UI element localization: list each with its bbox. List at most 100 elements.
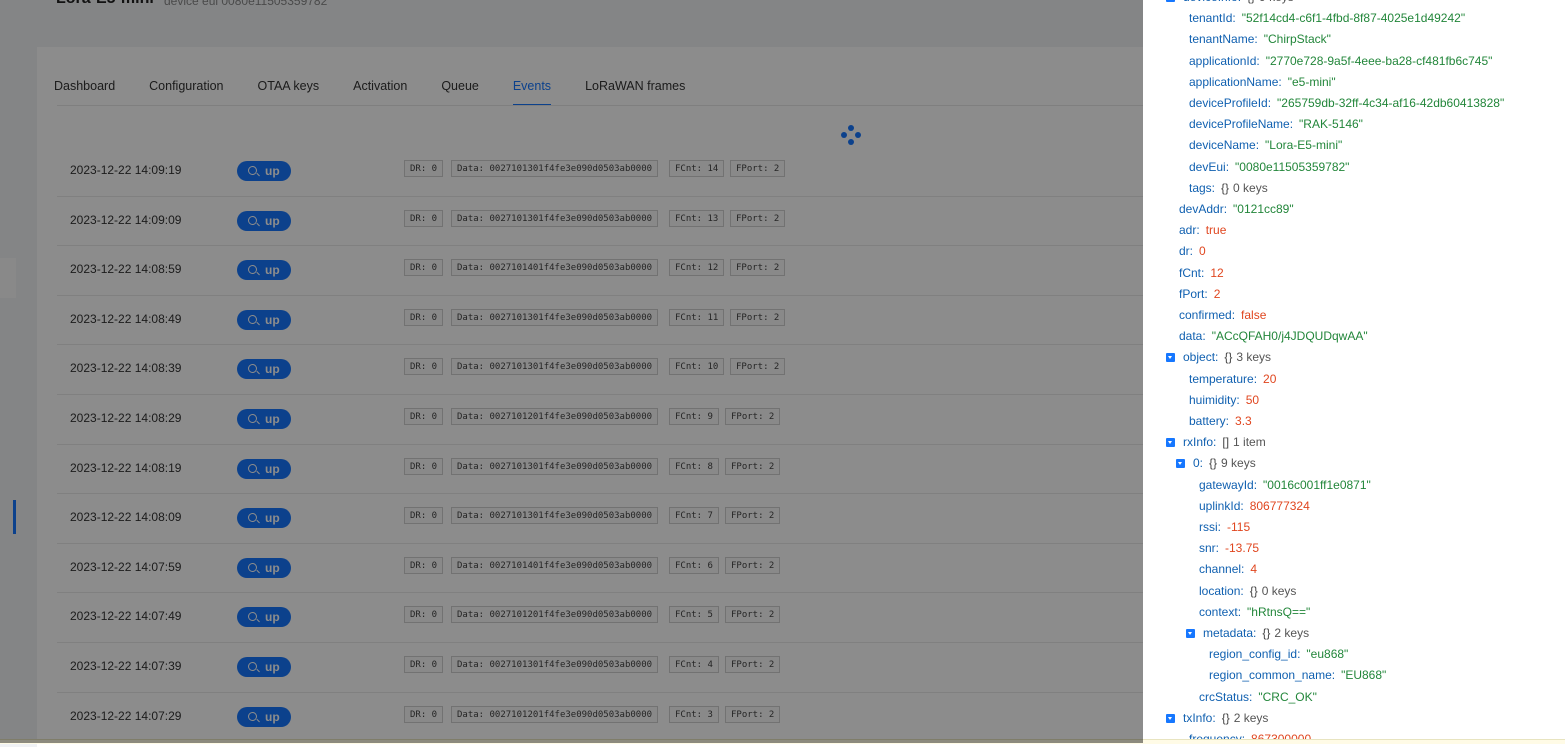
json-count: 1 item	[1233, 435, 1266, 450]
json-line: object: {} 3 keys	[1183, 348, 1271, 366]
json-value: 20	[1263, 371, 1277, 386]
json-bracket: {}	[1247, 0, 1255, 4]
json-line: applicationName: "e5-mini"	[1189, 73, 1336, 91]
json-line: uplinkId: 806777324	[1199, 497, 1310, 515]
json-value: 4	[1250, 562, 1258, 577]
json-bracket: {}	[1221, 180, 1230, 195]
json-key: confirmed:	[1179, 308, 1236, 322]
json-line: context: "hRtnsQ=="	[1199, 603, 1310, 621]
json-line: txInfo: {} 2 keys	[1183, 709, 1268, 727]
json-bracket: {}	[1224, 350, 1233, 365]
json-key: fPort:	[1179, 286, 1208, 301]
json-value: 867300000	[1251, 732, 1312, 739]
json-count: 2 keys	[1233, 710, 1269, 725]
json-value: false	[1241, 308, 1267, 322]
json-key: channel:	[1199, 562, 1245, 577]
json-key: devEui:	[1189, 159, 1230, 174]
json-value: 50	[1245, 392, 1260, 407]
json-line: crcStatus: "CRC_OK"	[1199, 688, 1317, 706]
json-key: dr:	[1179, 244, 1194, 259]
caret-down-icon[interactable]	[1166, 0, 1175, 2]
json-line: fPort: 2	[1179, 285, 1220, 303]
json-key: gatewayId:	[1199, 477, 1258, 492]
json-key: adr:	[1179, 223, 1200, 238]
json-value: "eu868"	[1306, 647, 1349, 662]
json-line: confirmed: false	[1179, 306, 1266, 324]
json-key: region_config_id:	[1209, 647, 1301, 662]
json-line: tags: {} 0 keys	[1189, 179, 1268, 197]
json-value: "0080e11505359782"	[1235, 159, 1350, 174]
json-key: uplinkId:	[1199, 498, 1244, 513]
json-value: "0016c001ff1e0871"	[1263, 477, 1371, 492]
json-line: channel: 4	[1199, 560, 1257, 578]
json-line: fCnt: 12	[1179, 264, 1224, 282]
json-key: deviceProfileId:	[1189, 96, 1272, 110]
json-key: rssi:	[1199, 520, 1221, 534]
json-count: 0 keys	[1261, 583, 1297, 598]
json-line: devEui: "0080e11505359782"	[1189, 158, 1349, 176]
json-line: rssi: -115	[1199, 518, 1250, 536]
json-line: tenantName: "ChirpStack"	[1189, 30, 1331, 48]
json-line: rxInfo: [] 1 item	[1183, 433, 1266, 451]
json-value: -115	[1227, 520, 1251, 534]
json-value: "265759db-32ff-4c34-af16-42db60413828"	[1277, 96, 1505, 110]
json-value: 0	[1199, 244, 1206, 259]
json-line: devAddr: "0121cc89"	[1179, 200, 1294, 218]
json-line: snr: -13.75	[1199, 539, 1259, 557]
caret-down-icon[interactable]	[1166, 353, 1175, 363]
json-key: tenantName:	[1189, 32, 1258, 47]
json-count: 2 keys	[1274, 626, 1310, 640]
json-count: 9 keys	[1259, 0, 1294, 4]
json-line: deviceProfileName: "RAK-5146"	[1189, 115, 1363, 133]
json-key: deviceName:	[1189, 138, 1260, 153]
json-line: metadata: {} 2 keys	[1203, 624, 1309, 642]
json-line: applicationId: "2770e728-9a5f-4eee-ba28-c…	[1189, 52, 1492, 70]
json-count: 0 keys	[1233, 180, 1268, 195]
json-line: data: "ACcQFAH0/j4JDQUDqwAA"	[1179, 327, 1368, 345]
caret-down-icon[interactable]	[1186, 629, 1195, 638]
json-value: "RAK-5146"	[1299, 117, 1363, 132]
caret-down-icon[interactable]	[1166, 713, 1175, 723]
json-line: temperature: 20	[1189, 370, 1276, 388]
json-key: tenantId:	[1189, 11, 1236, 26]
json-key: crcStatus:	[1199, 689, 1253, 704]
json-key: metadata:	[1203, 626, 1257, 640]
json-key: applicationName:	[1189, 74, 1282, 89]
json-bracket: {}	[1209, 456, 1218, 471]
json-key: fCnt:	[1179, 265, 1205, 280]
json-key: deviceInfo:	[1183, 0, 1241, 4]
json-key: context:	[1199, 604, 1242, 619]
json-key: location:	[1199, 583, 1244, 598]
json-line: 0: {} 9 keys	[1193, 454, 1256, 472]
json-key: region_common_name:	[1209, 668, 1336, 683]
json-count: 9 keys	[1221, 456, 1256, 471]
json-line: deviceInfo: {} 9 keys	[1183, 0, 1294, 6]
json-line: deviceName: "Lora-E5-mini"	[1189, 136, 1342, 154]
json-key: battery:	[1189, 414, 1230, 428]
json-key: devAddr:	[1179, 202, 1228, 216]
json-line: dr: 0	[1179, 242, 1206, 260]
json-value: "ACcQFAH0/j4JDQUDqwAA"	[1211, 329, 1368, 344]
event-detail-drawer: deviceInfo:{}9 keystenantId:"52f14cd4-c6…	[1143, 0, 1565, 739]
json-value: "ChirpStack"	[1263, 32, 1331, 47]
json-value: true	[1205, 223, 1227, 238]
json-key: object:	[1183, 350, 1219, 365]
json-line: frequency: 867300000	[1189, 730, 1311, 739]
json-value: "hRtnsQ=="	[1247, 604, 1311, 619]
json-key: snr:	[1199, 541, 1220, 556]
json-key: temperature:	[1189, 371, 1258, 386]
json-bracket: {}	[1221, 710, 1230, 725]
drawer-mask[interactable]	[0, 0, 1143, 743]
json-key: frequency:	[1189, 732, 1246, 739]
json-value: "2770e728-9a5f-4eee-ba28-cf481fb6c745"	[1265, 53, 1493, 68]
json-value: 806777324	[1249, 498, 1310, 513]
json-line: tenantId: "52f14cd4-c6f1-4fbd-8f87-4025e1…	[1189, 9, 1465, 27]
json-value: "CRC_OK"	[1258, 689, 1317, 704]
json-line: gatewayId: "0016c001ff1e0871"	[1199, 476, 1371, 494]
caret-down-icon[interactable]	[1176, 459, 1185, 469]
caret-down-icon[interactable]	[1166, 438, 1175, 448]
json-value: "Lora-E5-mini"	[1265, 138, 1343, 153]
json-value: 2	[1213, 286, 1221, 301]
json-key: rxInfo:	[1183, 435, 1217, 450]
json-line: region_common_name: "EU868"	[1209, 666, 1386, 684]
